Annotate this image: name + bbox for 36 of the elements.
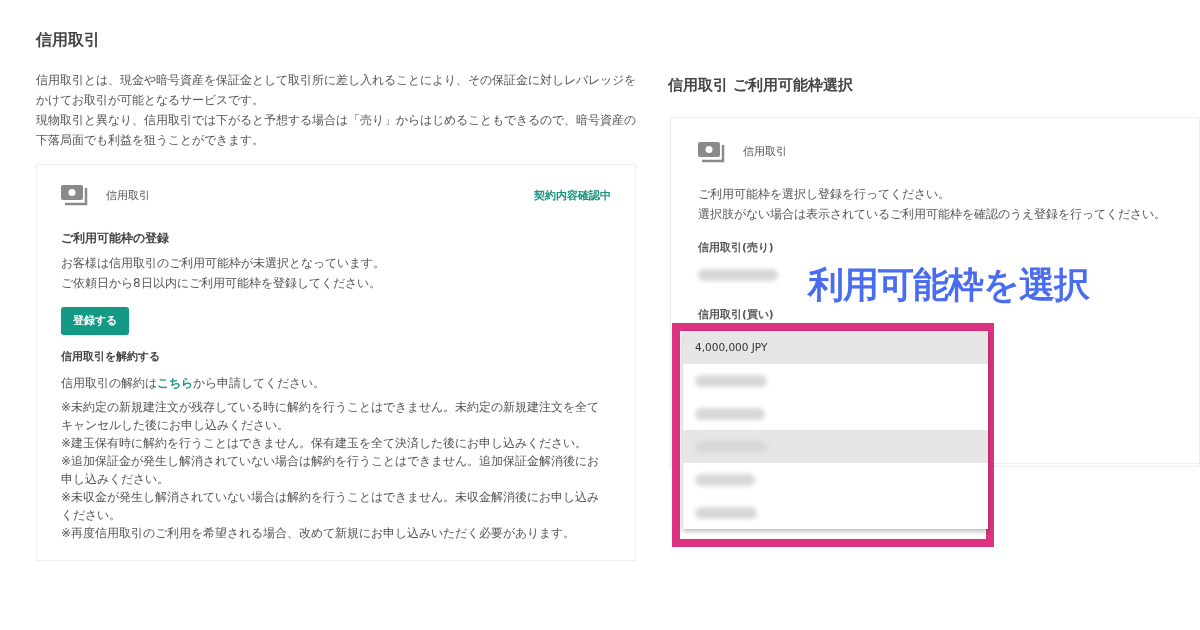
- redacted-value: [695, 473, 755, 486]
- note-text: ※未約定の新規建注文が残存している時に解約を行うことはできません。未約定の新規建注文を全てキャンセルした後にお申し込みください。: [61, 398, 601, 434]
- register-button[interactable]: 登録する: [61, 307, 129, 335]
- here-link[interactable]: こちら: [157, 375, 193, 390]
- cancel-text: 信用取引の解約はこちらから申請してください。: [61, 374, 326, 392]
- page-title: 信用取引: [36, 29, 101, 51]
- cash-icon: [61, 185, 89, 207]
- instruction-text: ご利用可能枠を選択し登録を行ってください。: [698, 185, 951, 203]
- dropdown-option[interactable]: [683, 463, 988, 496]
- instruction-text: 選択肢がない場合は表示されているご利用可能枠を確認のうえ登録を行ってください。: [698, 205, 1167, 223]
- field-label: 信用取引(買い): [698, 307, 775, 323]
- note-text: ※追加保証金が発生し解消されていない場合は解約を行うことはできません。追加保証金解消後にお申し込みください。: [61, 452, 601, 488]
- cash-icon: [698, 141, 726, 164]
- note-text: ※建玉保有時に解約を行うことはできません。保有建玉を全て決済した後にお申し込みください。: [61, 434, 589, 452]
- status-label: 契約内容確認中: [534, 187, 611, 204]
- dropdown-option[interactable]: [683, 430, 988, 463]
- section-heading: ご利用可能枠の登録: [61, 230, 170, 247]
- note-text: ※再度信用取引のご利用を希望される場合、改めて新規にお申し込みいただく必要があります。: [61, 524, 577, 542]
- section-title: 信用取引 ご利用可能枠選択: [668, 75, 855, 96]
- intro-paragraph: 信用取引とは、現金や暗号資産を保証金として取引所に差し入れることにより、その保証金に対しレバレッジをかけてお取引が可能となるサービスです。: [36, 72, 636, 109]
- service-name: 信用取引: [743, 144, 787, 161]
- dropdown-option[interactable]: 4,000,000 JPY: [683, 331, 988, 364]
- redacted-value: [695, 407, 765, 420]
- service-name: 信用取引: [106, 187, 150, 204]
- note-text: ※未収金が発生し解消されていない場合は解約を行うことはできません。未収金解消後にお申し込みください。: [61, 488, 601, 524]
- dropdown-option[interactable]: [683, 496, 988, 529]
- redacted-value: [695, 506, 757, 519]
- callout-label: 利用可能枠を選択: [808, 263, 1089, 307]
- register-text: ご依頼日から8日以内にご利用可能枠を登録してください。: [61, 275, 382, 292]
- intro-paragraph: 現物取引と異なり、信用取引では下がると予想する場合は「売り」からはじめることもできるので、暗号資産の下落局面でも利益を狙うことができます。: [36, 112, 636, 149]
- dropdown-option[interactable]: [683, 397, 988, 430]
- dropdown-option[interactable]: [683, 364, 988, 397]
- redacted-value: [695, 374, 767, 387]
- register-text: お客様は信用取引のご利用可能枠が未選択となっています。: [61, 255, 386, 272]
- section-heading: 信用取引を解約する: [61, 349, 161, 365]
- field-label: 信用取引(売り): [698, 239, 775, 255]
